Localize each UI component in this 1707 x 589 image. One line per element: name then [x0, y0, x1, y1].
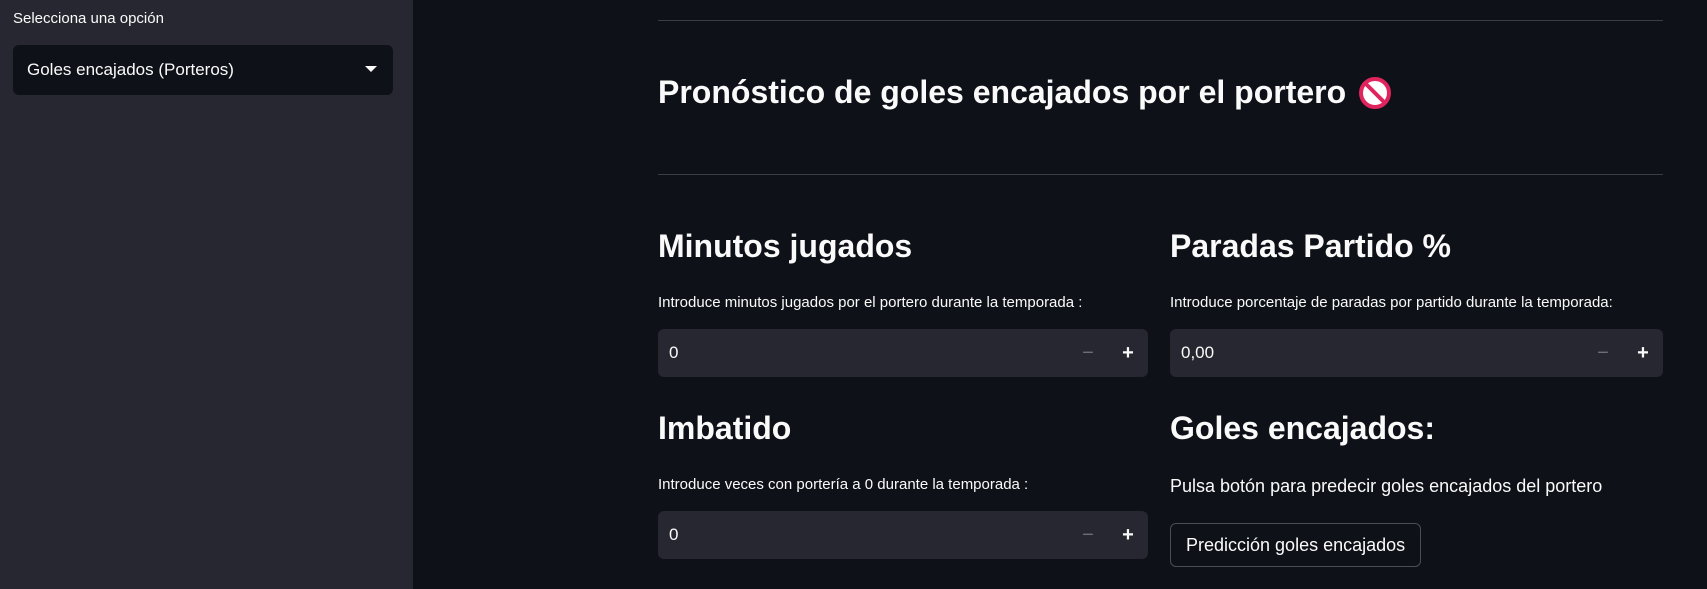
paradas-input[interactable]: 0,00 − +: [1170, 329, 1663, 377]
page-title-text: Pronóstico de goles encajados por el por…: [658, 74, 1347, 110]
minutos-heading: Minutos jugados: [658, 228, 913, 264]
minutos-label: Introduce minutos jugados por el portero…: [658, 294, 1083, 311]
page-title: Pronóstico de goles encajados por el por…: [658, 74, 1392, 111]
goles-hint: Pulsa botón para predecir goles encajado…: [1170, 476, 1603, 496]
imbatido-value[interactable]: 0: [658, 525, 1068, 545]
minutos-increment-button[interactable]: +: [1108, 329, 1148, 377]
minutos-value[interactable]: 0: [658, 343, 1068, 363]
sidebar: Selecciona una opción Goles encajados (P…: [0, 0, 413, 589]
imbatido-decrement-button[interactable]: −: [1068, 511, 1108, 559]
paradas-decrement-button[interactable]: −: [1583, 329, 1623, 377]
divider: [658, 20, 1663, 21]
no-entry-icon: [1358, 76, 1392, 110]
paradas-label: Introduce porcentaje de paradas por part…: [1170, 294, 1613, 311]
minutos-decrement-button[interactable]: −: [1068, 329, 1108, 377]
imbatido-input[interactable]: 0 − +: [658, 511, 1148, 559]
imbatido-increment-button[interactable]: +: [1108, 511, 1148, 559]
option-select[interactable]: Goles encajados (Porteros): [13, 45, 393, 95]
goles-heading: Goles encajados:: [1170, 410, 1435, 446]
divider: [658, 174, 1663, 175]
app: Selecciona una opción Goles encajados (P…: [0, 0, 1707, 589]
main-content: Pronóstico de goles encajados por el por…: [413, 0, 1707, 589]
select-label: Selecciona una opción: [13, 10, 164, 27]
predict-button[interactable]: Predicción goles encajados: [1170, 523, 1422, 567]
chevron-down-icon: [365, 66, 377, 72]
imbatido-label: Introduce veces con portería a 0 durante…: [658, 476, 1029, 493]
paradas-heading: Paradas Partido %: [1170, 228, 1451, 264]
paradas-value[interactable]: 0,00: [1170, 343, 1583, 363]
minutos-input[interactable]: 0 − +: [658, 329, 1148, 377]
imbatido-heading: Imbatido: [658, 410, 792, 446]
paradas-increment-button[interactable]: +: [1623, 329, 1663, 377]
select-value: Goles encajados (Porteros): [27, 60, 234, 79]
